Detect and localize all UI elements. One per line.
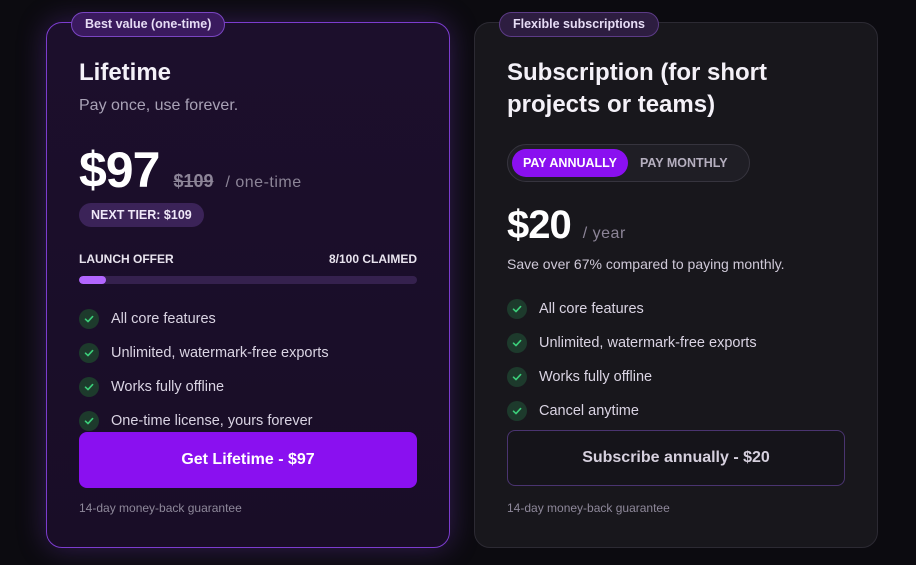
feature-label: Cancel anytime [539,403,639,419]
lifetime-guarantee-note: 14-day money-back guarantee [79,501,242,515]
feature-label: All core features [111,311,216,327]
launch-offer-progress-header: LAUNCH OFFER 8/100 CLAIMED [79,252,417,266]
feature-label: Unlimited, watermark-free exports [539,335,757,351]
feature-label: Works fully offline [111,379,225,395]
feature-item: Cancel anytime [507,394,757,428]
lifetime-subtitle: Pay once, use forever. [79,97,239,114]
flexible-subscriptions-badge: Flexible subscriptions [499,12,659,37]
claimed-count: 8/100 CLAIMED [328,252,417,266]
feature-item: Unlimited, watermark-free exports [507,326,757,360]
lifetime-price-row: $97 $109 / one-time [79,141,302,199]
subscribe-annually-button[interactable]: Subscribe annually - $20 [507,430,845,486]
feature-item: All core features [507,292,757,326]
subscription-title-line-1: Subscription (for short [507,59,767,86]
lifetime-plan-card: Best value (one-time) Lifetime Pay once,… [46,12,450,548]
pay-annually-option[interactable]: PAY ANNUALLY [512,149,629,177]
subscription-plan-card: Flexible subscriptions Subscription (for… [474,12,878,548]
next-tier-badge: NEXT TIER: $109 [79,203,204,227]
subscription-title-line-2: projects or teams) [507,91,716,118]
subscription-feature-list: All core features Unlimited, watermark-f… [507,292,757,428]
check-icon [507,299,527,319]
feature-item: Works fully offline [507,360,757,394]
feature-label: Unlimited, watermark-free exports [111,345,329,361]
get-lifetime-button[interactable]: Get Lifetime - $97 [79,432,417,488]
feature-item: Works fully offline [79,370,329,404]
check-icon [507,367,527,387]
subscription-price: $20 [507,203,572,247]
subscription-guarantee-note: 14-day money-back guarantee [507,501,670,515]
lifetime-old-price: $109 [173,171,214,191]
feature-label: Works fully offline [539,369,653,385]
check-icon [507,401,527,421]
launch-offer-label: LAUNCH OFFER [79,252,174,266]
feature-label: One-time license, yours forever [111,413,313,429]
launch-offer-progress-bar [79,276,417,284]
lifetime-price: $97 [79,142,160,198]
feature-item: All core features [79,302,329,336]
lifetime-period: / one-time [225,174,302,191]
subscription-price-row: $20 / year [507,203,626,248]
check-icon [79,377,99,397]
subscription-period: / year [582,225,626,242]
check-icon [79,343,99,363]
feature-label: All core features [539,301,644,317]
check-icon [79,309,99,329]
check-icon [79,411,99,431]
best-value-badge: Best value (one-time) [71,12,226,37]
check-icon [507,333,527,353]
lifetime-title: Lifetime [79,59,172,86]
pay-monthly-option[interactable]: PAY MONTHLY [629,149,739,177]
feature-item: Unlimited, watermark-free exports [79,336,329,370]
savings-note: Save over 67% compared to paying monthly… [507,256,785,272]
lifetime-feature-list: All core features Unlimited, watermark-f… [79,302,329,438]
progress-fill [79,276,107,284]
billing-period-toggle: PAY ANNUALLY PAY MONTHLY [507,144,750,182]
